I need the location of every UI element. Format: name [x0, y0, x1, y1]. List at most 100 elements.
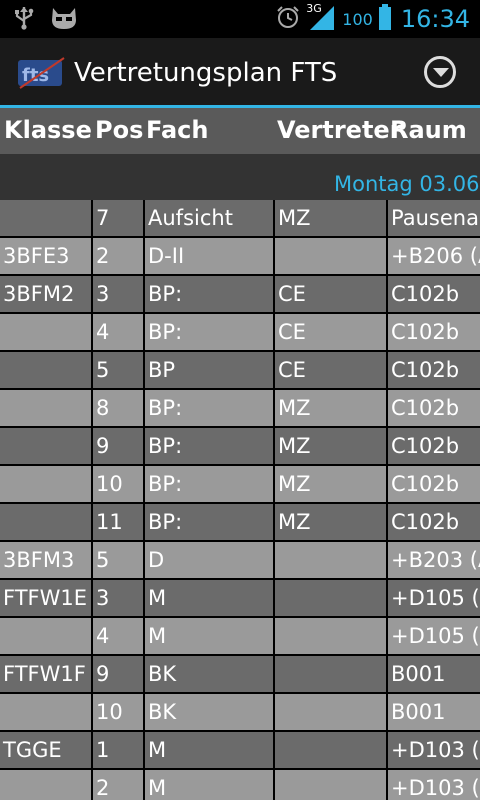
column-header-fach: Fach: [146, 116, 209, 144]
cell-fach: M: [145, 618, 273, 654]
cell-vertreter: [275, 770, 386, 800]
cell-fach: D: [145, 542, 273, 578]
cell-raum: C102b: [388, 352, 480, 388]
cell-pos: 11: [93, 504, 143, 540]
day-label: Montag 03.06.: [334, 172, 480, 196]
cell-vertreter: CE: [275, 276, 386, 312]
app-logo-icon[interactable]: fts: [16, 54, 68, 92]
table-row[interactable]: 4 BP: CE C102b: [0, 314, 480, 352]
table-row[interactable]: 4M +D105 (E: [0, 618, 480, 656]
cell-raum: +D103 (E: [388, 732, 480, 768]
cell-pos: 3: [93, 276, 143, 312]
table-row[interactable]: FTFW1E3M +D105 (E: [0, 580, 480, 618]
clock: 16:34: [400, 5, 470, 33]
substitution-table[interactable]: 7AufsichtMZPausenaufsicht3BFE32D-II+B206…: [0, 200, 480, 800]
cell-klasse: [0, 466, 91, 502]
cell-fach: M: [145, 580, 273, 616]
column-header-raum: Raum: [390, 116, 467, 144]
cell-klasse: [0, 770, 91, 800]
cell-fach: BK: [145, 694, 273, 730]
cell-raum: +D103 (E: [388, 770, 480, 800]
cell-klasse: [0, 352, 91, 388]
cell-vertreter: MZ: [275, 200, 386, 236]
cell-fach: D-II: [145, 238, 273, 274]
cell-vertreter: [275, 542, 386, 578]
cell-pos: 4: [93, 314, 143, 350]
cell-vertreter: MZ: [275, 428, 386, 464]
cyanogen-mascot-icon: [50, 6, 78, 34]
cell-pos: 10: [93, 694, 143, 730]
cell-fach: BP:: [145, 428, 273, 464]
table-header: Klasse Pos Fach Vertreter Raum: [0, 108, 480, 154]
cell-pos: 10: [93, 466, 143, 502]
cell-pos: 2: [93, 238, 143, 274]
cell-raum: C102b: [388, 314, 480, 350]
cell-raum: +B206 (A: [388, 238, 480, 274]
cell-vertreter: [275, 732, 386, 768]
cell-pos: 9: [93, 656, 143, 692]
cell-fach: M: [145, 732, 273, 768]
table-row[interactable]: 5 BP CE C102b: [0, 352, 480, 390]
cell-pos: 3: [93, 580, 143, 616]
cell-fach: BK: [145, 656, 273, 692]
cell-klasse: [0, 694, 91, 730]
battery-level: 100: [342, 9, 373, 29]
cell-raum: C102b: [388, 428, 480, 464]
alarm-icon: [276, 5, 300, 33]
cell-fach: BP:: [145, 276, 273, 312]
cell-pos: 9: [93, 428, 143, 464]
cell-klasse: [0, 428, 91, 464]
cell-raum: +D105 (E: [388, 580, 480, 616]
cell-pos: 7: [93, 200, 143, 236]
table-row[interactable]: TGGE1M +D103 (E: [0, 732, 480, 770]
column-header-pos: Pos: [95, 116, 144, 144]
cell-raum: B001: [388, 656, 480, 692]
cell-klasse: [0, 504, 91, 540]
cell-fach: BP:: [145, 314, 273, 350]
cell-fach: BP: [145, 352, 273, 388]
table-row[interactable]: 3BFM35D +B203 (A: [0, 542, 480, 580]
app-title: Vertretungsplan FTS: [74, 58, 338, 88]
usb-icon: [14, 6, 34, 34]
cell-vertreter: [275, 580, 386, 616]
cell-vertreter: [275, 618, 386, 654]
table-row[interactable]: 2M +D103 (E: [0, 770, 480, 800]
chevron-down-circle-icon[interactable]: [424, 56, 456, 88]
table-row[interactable]: FTFW1F 9 BK B001: [0, 656, 480, 694]
cell-pos: 5: [93, 542, 143, 578]
cell-vertreter: MZ: [275, 504, 386, 540]
cell-raum: C102b: [388, 390, 480, 426]
table-row[interactable]: 11 BP: MZ C102b: [0, 504, 480, 542]
cell-raum: C102b: [388, 466, 480, 502]
cell-klasse: 3BFM2: [0, 276, 91, 312]
cell-vertreter: MZ: [275, 390, 386, 426]
cell-raum: B001: [388, 694, 480, 730]
table-row[interactable]: 10 BP: MZ C102b: [0, 466, 480, 504]
network-type-label: 3G: [306, 2, 322, 15]
table-row[interactable]: 10 BK B001: [0, 694, 480, 732]
cell-fach: M: [145, 770, 273, 800]
cell-pos: 1: [93, 732, 143, 768]
action-bar: fts Vertretungsplan FTS: [0, 38, 480, 108]
cell-vertreter: MZ: [275, 466, 386, 502]
cell-raum: +B203 (A: [388, 542, 480, 578]
cell-vertreter: CE: [275, 352, 386, 388]
column-header-klasse: Klasse: [4, 116, 92, 144]
battery-icon: [378, 4, 391, 34]
table-row[interactable]: 3BFE32D-II +B206 (A: [0, 238, 480, 276]
cell-raum: Pausenaufsicht: [388, 200, 480, 236]
cell-raum: C102b: [388, 276, 480, 312]
table-row[interactable]: 8 BP: MZ C102b: [0, 390, 480, 428]
cell-klasse: TGGE: [0, 732, 91, 768]
table-row[interactable]: 7AufsichtMZPausenaufsicht: [0, 200, 480, 238]
cell-klasse: [0, 390, 91, 426]
status-bar: 3G 100 16:34: [0, 0, 480, 38]
cell-fach: Aufsicht: [145, 200, 273, 236]
cell-pos: 8: [93, 390, 143, 426]
table-row[interactable]: 3BFM2 3 BP: CE C102b: [0, 276, 480, 314]
table-row[interactable]: 9 BP: MZ C102b: [0, 428, 480, 466]
cell-vertreter: [275, 238, 386, 274]
cell-fach: BP:: [145, 466, 273, 502]
signal-icon: 3G: [306, 2, 336, 34]
cell-klasse: FTFW1F: [0, 656, 91, 692]
